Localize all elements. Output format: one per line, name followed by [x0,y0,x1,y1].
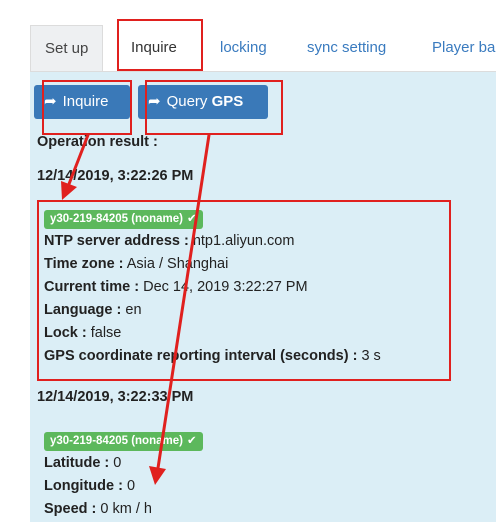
result2-field: Speed : 0 km / h [44,501,152,517]
annotation-box-inquire-button [42,80,132,135]
field-label: Latitude : [44,455,110,471]
tab-player-ba[interactable]: Player ba [432,25,495,71]
operation-result-label: Operation result : [37,134,158,150]
result2-field: Longitude : 0 [44,478,135,494]
device-badge-label: y30-219-84205 (noname) [50,435,183,447]
tab-locking[interactable]: locking [220,25,267,71]
annotation-box-inquire-tab [117,19,203,71]
checkmark-icon: ✔ [186,435,197,447]
annotation-box-result1 [37,200,451,381]
tab-bar: Set up Inquire locking sync setting Play… [30,25,496,72]
field-value: 0 km / h [100,501,152,517]
result1-timestamp: 12/14/2019, 3:22:26 PM [37,168,194,184]
tab-sync-setting[interactable]: sync setting [307,25,386,71]
device-badge: y30-219-84205 (noname) ✔ [44,432,203,451]
field-value: 0 [126,478,136,494]
result2-timestamp: 12/14/2019, 3:22:33 PM [37,389,194,405]
field-label: Speed : [44,501,97,517]
annotation-box-query-gps-button [145,80,283,135]
tab-setup[interactable]: Set up [30,25,104,71]
field-label: Longitude : [44,478,123,494]
field-value: 0 [113,455,122,471]
result2-field: Latitude : 0 [44,455,121,471]
